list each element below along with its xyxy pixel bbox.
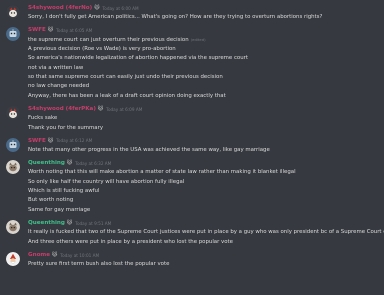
message-header: SWFE 🐱 Today at 6:05 AM: [28, 25, 380, 35]
message-group: Gnome 🐱 Today at 10:01 AM Pretty sure fi…: [0, 250, 384, 269]
timestamp: Today at 10:01 AM: [60, 252, 100, 258]
role-badge-icon: 🐱: [66, 220, 73, 227]
role-badge-icon: 🐱: [47, 27, 54, 34]
cat-avatar[interactable]: [6, 160, 20, 175]
timestamp: Today at 6:00 AM: [102, 5, 139, 11]
message-line: no law change needed: [28, 83, 90, 90]
message-group: SWFE 🐱 Today at 6:05 AM the supreme cour…: [0, 25, 384, 101]
message-header: Gnome 🐱 Today at 10:01 AM: [28, 250, 380, 260]
message-header: S4shywood (4ferNo) 🐱 Today at 6:00 AM: [28, 3, 380, 13]
role-badge-icon: 🐱: [94, 5, 100, 11]
username[interactable]: Queenthing: [28, 160, 65, 166]
edited-marker: (edited): [190, 37, 206, 43]
message-header: SWFE 🐱 Today at 6:12 AM: [28, 136, 380, 146]
robot-avatar[interactable]: [6, 137, 20, 152]
timestamp: Today at 6:12 AM: [56, 138, 93, 144]
message-line: Anyway, there has been a leak of a draft…: [28, 92, 226, 99]
message-header: S4shywood (4ferPKa) 🐱 Today at 6:09 AM: [28, 104, 380, 114]
chat-log: S4shywood (4ferNo) 🐱 Today at 6:00 AM So…: [0, 0, 384, 295]
message-line: Fucks sake: [28, 115, 58, 122]
message-line: And three others were put in place by a …: [28, 238, 233, 245]
message-header: Queenthing 🐱 Today at 6:32 AM: [28, 158, 380, 168]
timestamp: Today at 9:51 AM: [75, 220, 112, 226]
message-line: Which is still fucking awful: [28, 188, 100, 195]
timestamp: Today at 6:05 AM: [56, 27, 93, 33]
message-group: Queenthing 🐱 Today at 6:32 AM Worth noti…: [0, 158, 384, 215]
message-line: So only like half the country will have …: [28, 178, 185, 185]
message-line: A previous decision (Roe vs Wade) is ver…: [28, 45, 176, 52]
message-line: not via a written law: [28, 64, 84, 71]
message-line: It really is fucked that two of the Supr…: [28, 229, 384, 236]
username[interactable]: SWFE: [28, 138, 46, 144]
username[interactable]: Queenthing: [28, 220, 65, 226]
message-group: S4shywood (4ferPKa) 🐱 Today at 6:09 AM F…: [0, 104, 384, 133]
message-line: Thank you for the summary: [28, 124, 104, 131]
role-badge-icon: 🐱: [47, 137, 54, 144]
message-line: So america's nationwide legalization of …: [28, 55, 248, 62]
username[interactable]: SWFE: [28, 27, 46, 33]
role-badge-icon: 🐱: [66, 160, 73, 167]
username[interactable]: Gnome: [28, 252, 50, 258]
mascot-avatar[interactable]: [6, 106, 20, 121]
message-line: Sorry, I don't fully get American politi…: [28, 14, 323, 20]
message-group: Queenthing 🐱 Today at 9:51 AM It really …: [0, 218, 384, 247]
message-line: Worth noting that this will make abortio…: [28, 169, 296, 176]
mascot-avatar[interactable]: [6, 5, 20, 19]
cat-avatar[interactable]: [6, 220, 20, 235]
message-line: Same for gay marriage: [28, 206, 91, 213]
message-line: Pretty sure first term bush also lost th…: [28, 261, 170, 268]
role-badge-icon: 🐱: [97, 106, 104, 113]
message-line: But worth noting: [28, 197, 74, 204]
message-group: SWFE 🐱 Today at 6:12 AM Note that many o…: [0, 136, 384, 155]
message-line: so that same supreme court can easily ju…: [28, 73, 223, 80]
message-header: Queenthing 🐱 Today at 9:51 AM: [28, 218, 380, 228]
gnome-avatar[interactable]: [6, 252, 20, 267]
username[interactable]: S4shywood (4ferNo): [28, 5, 92, 11]
timestamp: Today at 6:32 AM: [75, 160, 112, 166]
robot-avatar[interactable]: [6, 27, 20, 42]
timestamp: Today at 6:09 AM: [106, 106, 143, 112]
message-line: Note that many other progress in the USA…: [28, 146, 270, 153]
role-badge-icon: 🐱: [52, 252, 58, 259]
username[interactable]: S4shywood (4ferPKa): [28, 106, 96, 112]
message-group: S4shywood (4ferNo) 🐱 Today at 6:00 AM So…: [0, 0, 384, 22]
message-line: the supreme court can just overturn thei…: [28, 37, 206, 44]
